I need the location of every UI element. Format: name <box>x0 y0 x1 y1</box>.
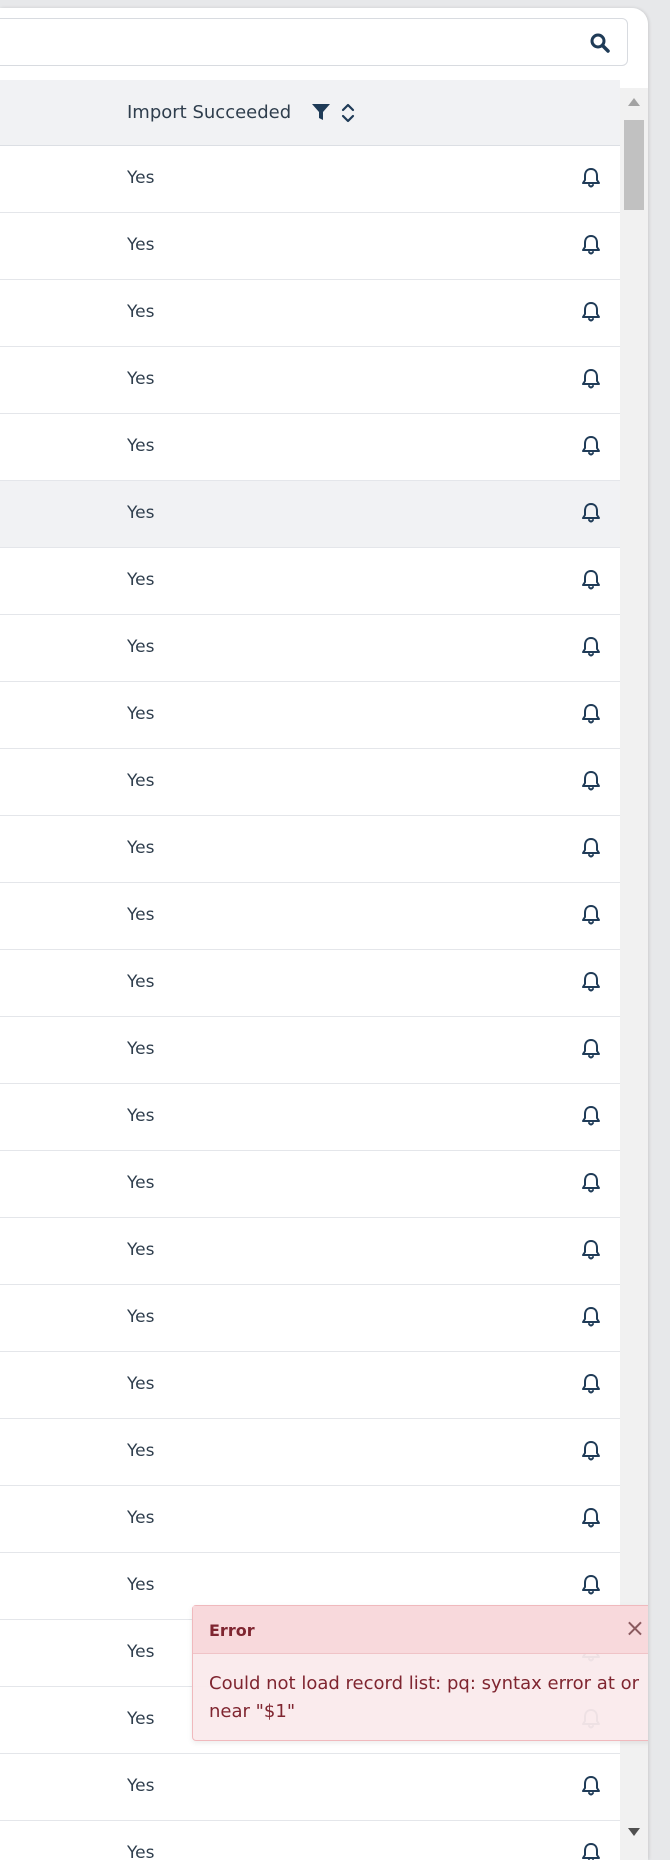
table-row[interactable]: Yes <box>0 950 620 1017</box>
records-table: Import Succeeded Yes Yes Yes Yes Yes Yes Yes Ye… <box>0 80 620 1860</box>
bell-icon[interactable] <box>580 166 602 190</box>
bell-icon[interactable] <box>580 903 602 927</box>
table-row[interactable]: Yes <box>0 682 620 749</box>
table-row[interactable]: Yes <box>0 1352 620 1419</box>
import-succeeded-value: Yes <box>127 1106 155 1126</box>
error-toast: Error × Could not load record list: pq: … <box>192 1605 648 1741</box>
import-succeeded-value: Yes <box>127 1307 155 1327</box>
bell-icon[interactable] <box>580 1841 602 1860</box>
import-succeeded-value: Yes <box>127 1642 155 1662</box>
bell-icon[interactable] <box>580 1238 602 1262</box>
records-panel: Import Succeeded Yes Yes Yes Yes Yes Yes Yes Ye… <box>0 8 648 1860</box>
table-row[interactable]: Yes <box>0 481 620 548</box>
import-succeeded-value: Yes <box>127 1240 155 1260</box>
import-succeeded-value: Yes <box>127 570 155 590</box>
table-row[interactable]: Yes <box>0 883 620 950</box>
bell-icon[interactable] <box>580 1305 602 1329</box>
table-header: Import Succeeded <box>0 80 620 146</box>
import-succeeded-value: Yes <box>127 1776 155 1796</box>
import-succeeded-value: Yes <box>127 1508 155 1528</box>
import-succeeded-value: Yes <box>127 235 155 255</box>
filter-icon[interactable] <box>311 102 331 122</box>
bell-icon[interactable] <box>580 1171 602 1195</box>
bell-icon[interactable] <box>580 501 602 525</box>
bell-icon[interactable] <box>580 1506 602 1530</box>
scrollbar-thumb[interactable] <box>624 120 644 210</box>
toast-message: Could not load record list: pq: syntax e… <box>209 1673 640 1722</box>
bell-icon[interactable] <box>580 970 602 994</box>
bell-icon[interactable] <box>580 233 602 257</box>
table-row[interactable]: Yes <box>0 414 620 481</box>
scroll-down-arrow-icon[interactable] <box>628 1828 640 1836</box>
table-row[interactable]: Yes <box>0 213 620 280</box>
bell-icon[interactable] <box>580 367 602 391</box>
bell-icon[interactable] <box>580 1774 602 1798</box>
import-succeeded-value: Yes <box>127 369 155 389</box>
table-row[interactable]: Yes <box>0 1486 620 1553</box>
import-succeeded-value: Yes <box>127 1575 155 1595</box>
bell-icon[interactable] <box>580 702 602 726</box>
bell-icon[interactable] <box>580 1573 602 1597</box>
table-row[interactable]: Yes <box>0 1419 620 1486</box>
bell-icon[interactable] <box>580 1372 602 1396</box>
import-succeeded-value: Yes <box>127 436 155 456</box>
search-icon[interactable] <box>589 32 611 54</box>
import-succeeded-value: Yes <box>127 637 155 657</box>
bell-icon[interactable] <box>580 1037 602 1061</box>
import-succeeded-value: Yes <box>127 1441 155 1461</box>
table-row[interactable]: Yes <box>0 615 620 682</box>
import-succeeded-value: Yes <box>127 1709 155 1729</box>
import-succeeded-value: Yes <box>127 1843 155 1860</box>
bell-icon[interactable] <box>580 434 602 458</box>
table-row[interactable]: Yes <box>0 1151 620 1218</box>
import-succeeded-value: Yes <box>127 302 155 322</box>
import-succeeded-value: Yes <box>127 905 155 925</box>
sort-icon[interactable] <box>340 102 356 124</box>
bell-icon[interactable] <box>580 836 602 860</box>
table-row[interactable]: Yes <box>0 1754 620 1821</box>
toast-title: Error <box>209 1621 255 1640</box>
import-succeeded-value: Yes <box>127 168 155 188</box>
import-succeeded-value: Yes <box>127 1374 155 1394</box>
table-row[interactable]: Yes <box>0 816 620 883</box>
import-succeeded-value: Yes <box>127 838 155 858</box>
scroll-up-arrow-icon[interactable] <box>628 98 640 106</box>
import-succeeded-value: Yes <box>127 771 155 791</box>
bell-icon[interactable] <box>580 1439 602 1463</box>
bell-icon[interactable] <box>580 568 602 592</box>
import-succeeded-value: Yes <box>127 1039 155 1059</box>
table-row[interactable]: Yes <box>0 280 620 347</box>
import-succeeded-value: Yes <box>127 503 155 523</box>
bell-icon[interactable] <box>580 300 602 324</box>
table-row[interactable]: Yes <box>0 548 620 615</box>
table-row[interactable]: Yes <box>0 146 620 213</box>
table-row[interactable]: Yes <box>0 1285 620 1352</box>
bell-icon[interactable] <box>580 769 602 793</box>
import-succeeded-value: Yes <box>127 972 155 992</box>
table-body: Yes Yes Yes Yes Yes Yes Yes Yes Yes Yes Yes Yes Yes Y… <box>0 146 620 1860</box>
table-row[interactable]: Yes <box>0 347 620 414</box>
search-input[interactable] <box>0 18 628 66</box>
bell-icon[interactable] <box>580 1104 602 1128</box>
column-header-import-succeeded[interactable]: Import Succeeded <box>127 102 291 123</box>
close-icon[interactable]: × <box>625 1616 645 1640</box>
import-succeeded-value: Yes <box>127 704 155 724</box>
table-row[interactable]: Yes <box>0 1821 620 1860</box>
table-row[interactable]: Yes <box>0 1218 620 1285</box>
import-succeeded-value: Yes <box>127 1173 155 1193</box>
table-row[interactable]: Yes <box>0 749 620 816</box>
toast-header: Error × <box>193 1606 648 1654</box>
table-row[interactable]: Yes <box>0 1084 620 1151</box>
vertical-scrollbar[interactable] <box>620 88 648 1860</box>
bell-icon[interactable] <box>580 635 602 659</box>
table-row[interactable]: Yes <box>0 1017 620 1084</box>
